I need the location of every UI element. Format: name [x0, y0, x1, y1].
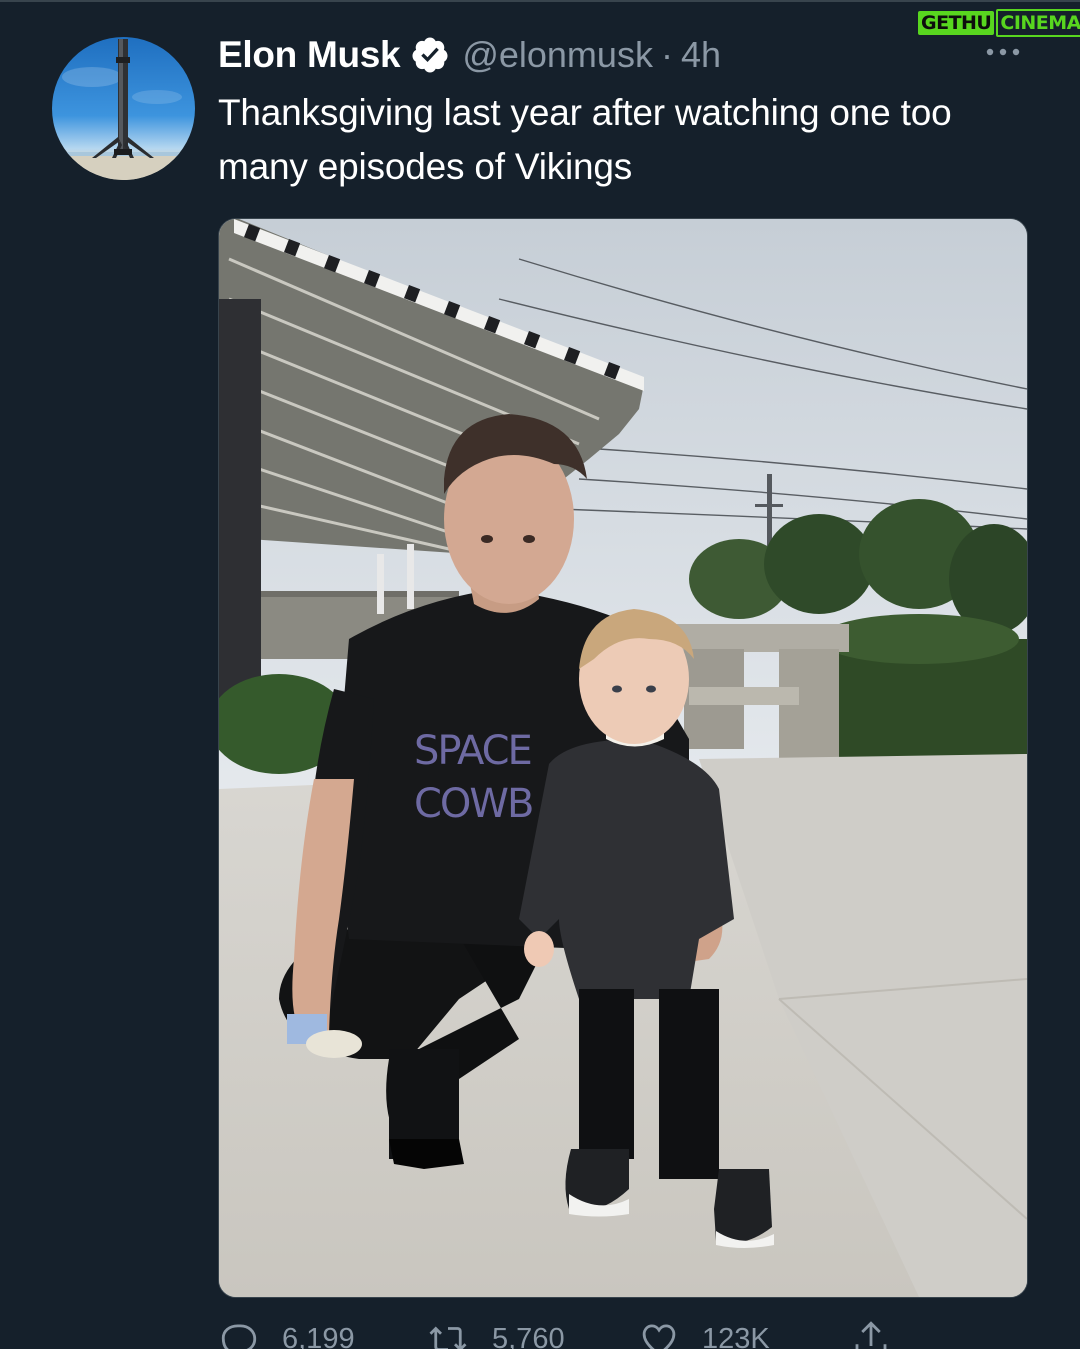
divider — [0, 0, 1080, 2]
reply-icon — [218, 1318, 260, 1349]
avatar-rocket-image — [52, 39, 195, 180]
tweet-timestamp[interactable]: 4h — [681, 34, 721, 76]
retweet-count: 5,760 — [492, 1322, 565, 1349]
heart-icon — [638, 1318, 680, 1349]
avatar[interactable] — [52, 37, 195, 180]
photo-illustration: SPACE COWB — [219, 219, 1027, 1297]
like-count: 123K — [702, 1322, 770, 1349]
shirt-text-cowb: COWB — [414, 781, 532, 827]
share-icon — [850, 1318, 892, 1349]
reply-count: 6,199 — [282, 1322, 355, 1349]
watermark-logo: GETHU CINEMA — [918, 6, 1080, 40]
action-bar: 6,199 5,760 123K — [218, 1318, 918, 1349]
tweet-header: Elon Musk @elonmusk · 4h — [218, 32, 721, 78]
user-handle[interactable]: @elonmusk — [462, 34, 653, 76]
more-options-icon[interactable] — [984, 42, 1024, 62]
retweet-button[interactable]: 5,760 — [426, 1318, 565, 1349]
watermark-part-2: CINEMA — [996, 9, 1080, 37]
tweet-text: Thanksgiving last year after watching on… — [218, 92, 952, 187]
reply-button[interactable]: 6,199 — [218, 1318, 355, 1349]
like-button[interactable]: 123K — [638, 1318, 770, 1349]
share-button[interactable] — [850, 1318, 892, 1349]
display-name[interactable]: Elon Musk — [218, 34, 401, 76]
tweet-photo[interactable]: SPACE COWB — [218, 218, 1028, 1298]
retweet-icon — [426, 1318, 470, 1349]
tweet-page: GETHU CINEMA Elon Musk @elonmusk · 4h Th… — [0, 0, 1080, 1349]
verified-badge-icon — [410, 35, 450, 75]
watermark-part-1: GETHU — [918, 11, 995, 35]
shirt-text-space: SPACE — [414, 728, 531, 774]
separator-dot: · — [660, 34, 673, 75]
